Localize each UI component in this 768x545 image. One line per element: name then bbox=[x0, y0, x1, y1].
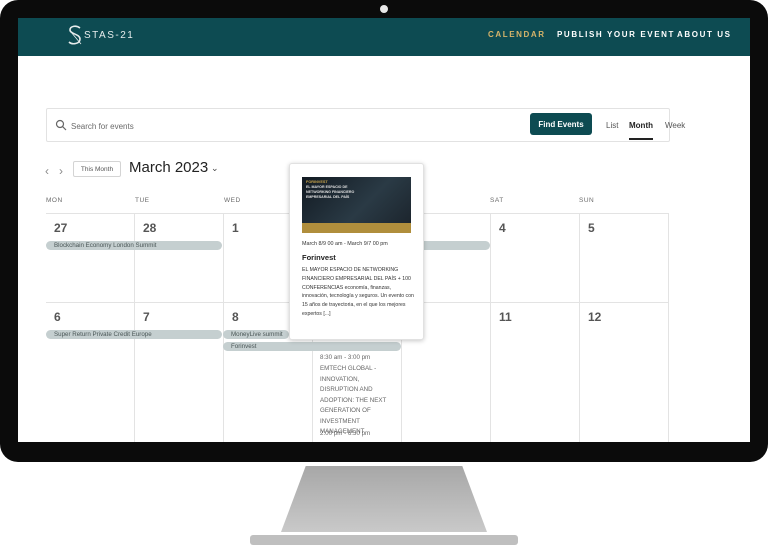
previous-month-icon[interactable]: ‹ bbox=[45, 164, 49, 178]
event-search-bar: Find Events List Month Week bbox=[46, 108, 685, 142]
view-list[interactable]: List bbox=[606, 121, 618, 130]
event-time: 2:00 pm - 6:30 pm bbox=[320, 430, 371, 437]
search-input[interactable] bbox=[69, 116, 373, 136]
day-of-week: SAT bbox=[490, 197, 504, 204]
logo-icon[interactable] bbox=[66, 24, 86, 50]
day-number[interactable]: 12 bbox=[588, 310, 601, 324]
chevron-down-icon[interactable]: ⌄ bbox=[211, 163, 219, 174]
event-tooltip: FORINVEST EL MAYOR ESPACIO DE NETWORKING… bbox=[289, 163, 424, 340]
nav-about-us[interactable]: ABOUT US bbox=[677, 30, 732, 39]
nav-publish-event[interactable]: PUBLISH YOUR EVENT bbox=[557, 30, 675, 39]
search-icon bbox=[55, 119, 67, 131]
camera-dot bbox=[380, 5, 388, 13]
day-number[interactable]: 5 bbox=[588, 221, 595, 235]
view-week[interactable]: Week bbox=[665, 121, 685, 130]
nav-calendar[interactable]: CALENDAR bbox=[488, 30, 546, 39]
next-month-icon[interactable]: › bbox=[59, 164, 63, 178]
logo-text[interactable]: STAS-21 bbox=[84, 30, 134, 41]
top-nav: STAS-21 CALENDAR PUBLISH YOUR EVENT ABOU… bbox=[18, 18, 750, 56]
monitor-base bbox=[250, 535, 518, 545]
monitor-stand bbox=[281, 466, 487, 532]
day-number[interactable]: 6 bbox=[54, 310, 61, 324]
event-forinvest[interactable]: Forinvest bbox=[223, 342, 401, 351]
day-of-week: MON bbox=[46, 197, 63, 204]
find-events-button[interactable]: Find Events bbox=[530, 113, 592, 135]
day-of-week: SUN bbox=[579, 197, 595, 204]
event-blockchain-economy[interactable]: Blockchain Economy London Summit bbox=[46, 241, 222, 250]
event-date: March 8/9 00 am - March 9/7 00 pm bbox=[302, 241, 388, 247]
view-month[interactable]: Month bbox=[629, 121, 653, 130]
grid-line bbox=[668, 213, 669, 442]
day-number[interactable]: 28 bbox=[143, 221, 156, 235]
event-image-band bbox=[302, 223, 411, 233]
event-bar-continuation[interactable] bbox=[413, 241, 490, 250]
monitor-bezel: STAS-21 CALENDAR PUBLISH YOUR EVENT ABOU… bbox=[0, 0, 768, 462]
grid-line bbox=[579, 213, 580, 442]
grid-line bbox=[490, 213, 491, 442]
event-moneylive-summit[interactable]: MoneyLive summit bbox=[223, 330, 289, 339]
event-super-return[interactable]: Super Return Private Credit Europe bbox=[46, 330, 222, 339]
this-month-button[interactable]: This Month bbox=[73, 161, 121, 177]
browser-screen: STAS-21 CALENDAR PUBLISH YOUR EVENT ABOU… bbox=[18, 18, 750, 442]
day-number[interactable]: 1 bbox=[232, 221, 239, 235]
grid-line bbox=[223, 213, 224, 442]
day-number[interactable]: 7 bbox=[143, 310, 150, 324]
event-image-text: EL MAYOR ESPACIO DE NETWORKING FINANCIER… bbox=[306, 185, 355, 199]
month-title[interactable]: March 2023 bbox=[129, 159, 208, 176]
event-description: EL MAYOR ESPACIO DE NETWORKING FINANCIER… bbox=[302, 267, 414, 317]
day-number[interactable]: 27 bbox=[54, 221, 67, 235]
event-title[interactable]: Forinvest bbox=[302, 253, 336, 262]
event-emtech-global[interactable]: EMTECH GLOBAL - INNOVATION, DISRUPTION A… bbox=[320, 364, 398, 438]
day-number[interactable]: 11 bbox=[499, 310, 512, 324]
event-time: 8:30 am - 3:00 pm bbox=[320, 354, 371, 361]
active-view-underline bbox=[629, 138, 653, 140]
day-number[interactable]: 8 bbox=[232, 310, 239, 324]
day-of-week: WED bbox=[224, 197, 241, 204]
event-image[interactable]: FORINVEST EL MAYOR ESPACIO DE NETWORKING… bbox=[302, 177, 411, 233]
day-number[interactable]: 4 bbox=[499, 221, 506, 235]
day-of-week: TUE bbox=[135, 197, 150, 204]
